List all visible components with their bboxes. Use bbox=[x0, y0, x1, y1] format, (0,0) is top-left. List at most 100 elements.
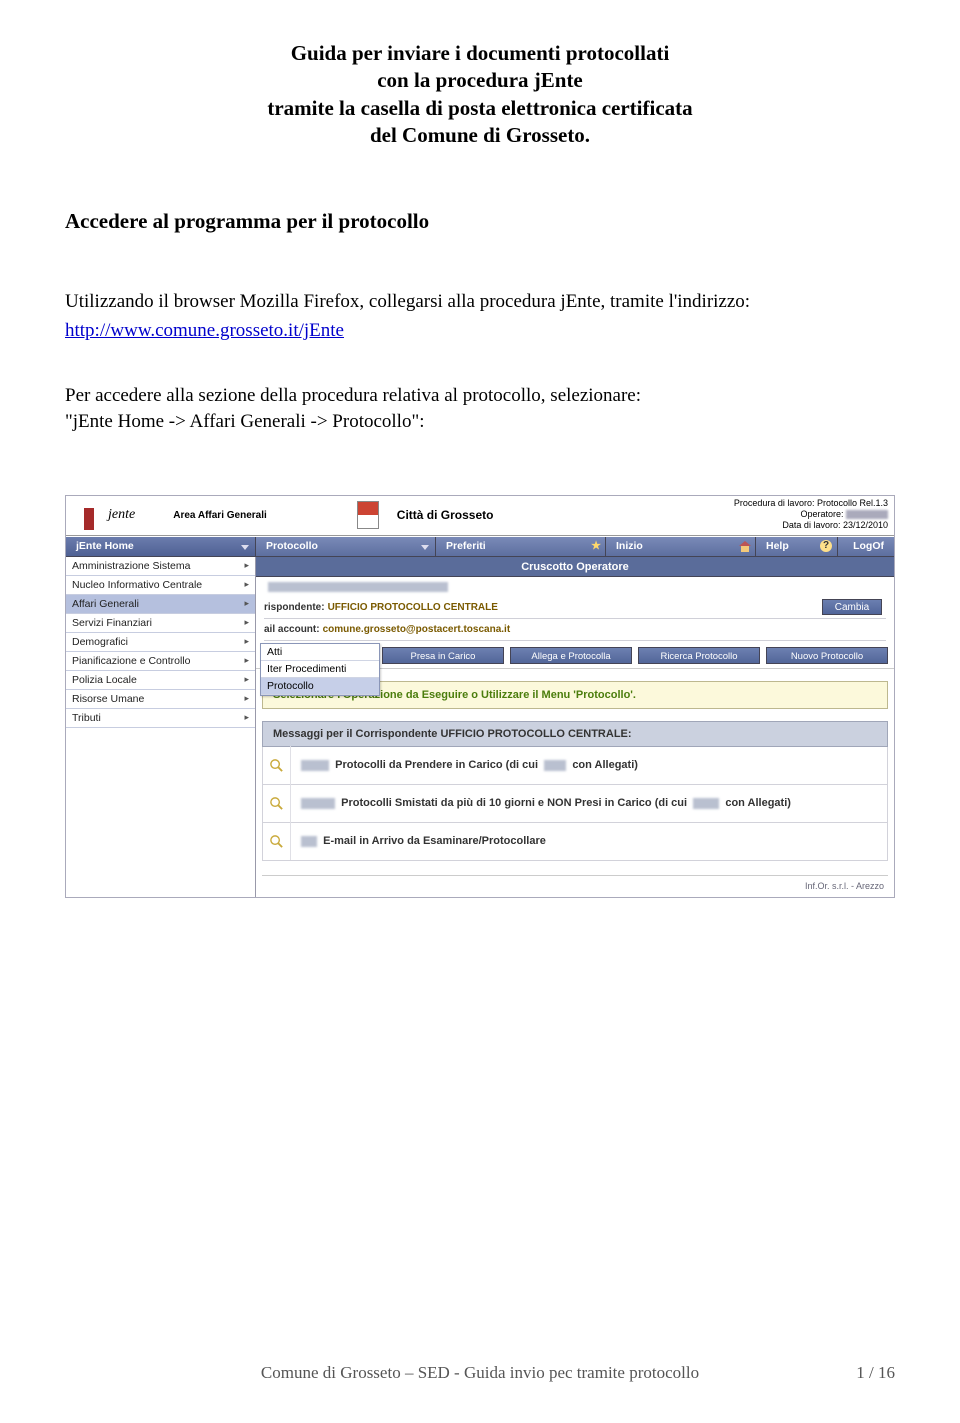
mail-account-value: comune.grosseto@postacert.toscana.it bbox=[323, 624, 511, 635]
allega-e-protocolla-button[interactable]: Allega e Protocolla bbox=[510, 647, 632, 664]
menubar: jEnte Home Protocollo Preferiti ★ Inizio… bbox=[66, 536, 894, 557]
sidebar-item-label: Demografici bbox=[72, 636, 128, 648]
header-info: Procedura di lavoro: Protocollo Rel.1.3 … bbox=[734, 498, 888, 532]
sidebar-item-label: Nucleo Informativo Centrale bbox=[72, 579, 202, 591]
redacted-count bbox=[693, 798, 719, 809]
chevron-right-icon: ▸ bbox=[244, 712, 249, 723]
cambia-button[interactable]: Cambia bbox=[822, 599, 882, 615]
menu-home-label: jEnte Home bbox=[76, 540, 134, 552]
sidebar-item-label: Tributi bbox=[72, 712, 101, 724]
menu-logoff[interactable]: LogOf bbox=[838, 537, 894, 556]
rispondente-value: UFFICIO PROTOCOLLO CENTRALE bbox=[328, 602, 498, 613]
page-footer: Comune di Grosseto – SED - Guida invio p… bbox=[0, 1363, 960, 1383]
app-footer: Inf.Or. s.r.l. - Arezzo bbox=[262, 875, 888, 893]
menu-protocollo[interactable]: Protocollo bbox=[256, 537, 436, 556]
document-title: Guida per inviare i documenti protocolla… bbox=[65, 40, 895, 149]
chevron-right-icon: ▸ bbox=[244, 674, 249, 685]
sidebar-item-polizia-locale[interactable]: Polizia Locale ▸ bbox=[66, 671, 255, 690]
search-icon-button[interactable] bbox=[263, 746, 291, 784]
header-info-operator-label: Operatore: bbox=[800, 509, 843, 519]
page-number: 1 / 16 bbox=[856, 1363, 895, 1383]
chevron-right-icon: ▸ bbox=[244, 579, 249, 590]
message-row-2: Protocolli Smistati da più di 10 giorni … bbox=[262, 785, 888, 823]
chevron-right-icon: ▸ bbox=[244, 598, 249, 609]
menu-logoff-label: LogOf bbox=[853, 540, 884, 552]
ricerca-protocollo-button[interactable]: Ricerca Protocollo bbox=[638, 647, 760, 664]
paragraph-2a: Per accedere alla sezione della procedur… bbox=[65, 385, 641, 406]
sidebar-item-label: Risorse Umane bbox=[72, 693, 144, 705]
app-logo-icon bbox=[74, 500, 104, 530]
redacted-operator bbox=[846, 510, 888, 519]
chevron-right-icon: ▸ bbox=[244, 617, 249, 628]
magnifier-icon bbox=[269, 758, 284, 773]
menu-protocollo-label: Protocollo bbox=[266, 540, 318, 552]
redacted-line bbox=[268, 582, 448, 592]
submenu-item-iter[interactable]: Iter Procedimenti bbox=[261, 661, 379, 678]
url-link[interactable]: http://www.comune.grosseto.it/jEnte bbox=[65, 320, 344, 341]
search-icon-button[interactable] bbox=[263, 784, 291, 822]
mail-account-label: ail account: bbox=[264, 624, 320, 635]
presa-in-carico-button[interactable]: Presa in Carico bbox=[382, 647, 504, 664]
msg3-text: E-mail in Arrivo da Esaminare/Protocolla… bbox=[323, 835, 546, 847]
sidebar-item-amministrazione[interactable]: Amministrazione Sistema▸ bbox=[66, 557, 255, 576]
area-label: Area Affari Generali bbox=[173, 510, 267, 521]
paragraph-1-text: Utilizzando il browser Mozilla Firefox, … bbox=[65, 291, 750, 312]
sidebar-item-demografici[interactable]: Demografici ▸ bbox=[66, 633, 255, 652]
paragraph-2: Per accedere alla sezione della procedur… bbox=[65, 383, 895, 434]
menu-jente-home[interactable]: jEnte Home bbox=[66, 537, 256, 556]
chevron-right-icon: ▸ bbox=[244, 560, 249, 571]
submenu-affari-generali: Atti Iter Procedimenti Protocollo bbox=[260, 643, 380, 696]
redacted-count bbox=[301, 798, 335, 809]
title-line-2: con la procedura jEnte bbox=[377, 68, 583, 92]
search-icon-button[interactable] bbox=[263, 822, 291, 860]
submenu-item-atti[interactable]: Atti bbox=[261, 644, 379, 661]
chevron-down-icon bbox=[241, 545, 249, 550]
menu-preferiti[interactable]: Preferiti ★ bbox=[436, 537, 606, 556]
sidebar-item-risorse-umane[interactable]: Risorse Umane▸ bbox=[66, 690, 255, 709]
redacted-count bbox=[301, 760, 329, 771]
sidebar-item-label: Pianificazione e Controllo bbox=[72, 655, 190, 667]
redacted-count bbox=[301, 836, 317, 847]
menu-help[interactable]: Help ? bbox=[756, 537, 838, 556]
paragraph-1: Utilizzando il browser Mozilla Firefox, … bbox=[65, 289, 895, 315]
sidebar-item-affari-generali[interactable]: Affari Generali ▸ bbox=[66, 595, 255, 614]
magnifier-icon bbox=[269, 834, 284, 849]
nuovo-protocollo-button[interactable]: Nuovo Protocollo bbox=[766, 647, 888, 664]
cruscotto-header: Cruscotto Operatore bbox=[256, 557, 894, 577]
submenu-item-protocollo[interactable]: Protocollo bbox=[261, 678, 379, 695]
section-heading: Accedere al programma per il protocollo bbox=[65, 209, 895, 234]
submenu-label: Protocollo bbox=[267, 680, 314, 692]
sidebar-item-label: Affari Generali bbox=[72, 598, 139, 610]
msg1-text-b: con Allegati) bbox=[572, 759, 638, 771]
sidebar-item-label: Servizi Finanziari bbox=[72, 617, 152, 629]
submenu-label: Iter Procedimenti bbox=[267, 663, 346, 675]
star-icon: ★ bbox=[591, 539, 601, 552]
menu-inizio[interactable]: Inizio bbox=[606, 537, 756, 556]
message-row-1: Protocolli da Prendere in Carico (di cui… bbox=[262, 747, 888, 785]
jente-app-screenshot: jente Area Affari Generali Città di Gros… bbox=[65, 495, 895, 898]
paragraph-2b: "jEnte Home -> Affari Generali -> Protoc… bbox=[65, 411, 425, 432]
submenu-label: Atti bbox=[267, 646, 282, 658]
sidebar: Amministrazione Sistema▸ Nucleo Informat… bbox=[66, 557, 256, 897]
sidebar-item-nucleo[interactable]: Nucleo Informativo Centrale ▸ bbox=[66, 576, 255, 595]
menu-inizio-label: Inizio bbox=[616, 540, 643, 552]
city-crest-icon bbox=[357, 501, 379, 529]
sidebar-item-label: Polizia Locale bbox=[72, 674, 137, 686]
menu-help-label: Help bbox=[766, 540, 789, 552]
main-panel: Cruscotto Operatore rispondente: UFFICIO… bbox=[256, 557, 894, 897]
msg2-text-b: con Allegati) bbox=[725, 797, 791, 809]
app-logo-text: jente bbox=[108, 507, 135, 523]
chevron-down-icon bbox=[421, 545, 429, 550]
title-line-4: del Comune di Grosseto. bbox=[370, 123, 590, 147]
messages-header: Messaggi per il Corrispondente UFFICIO P… bbox=[262, 721, 888, 747]
footer-text: Comune di Grosseto – SED - Guida invio p… bbox=[261, 1363, 699, 1382]
city-label: Città di Grosseto bbox=[397, 508, 494, 522]
header-info-date: Data di lavoro: 23/12/2010 bbox=[734, 520, 888, 531]
sidebar-item-pianificazione[interactable]: Pianificazione e Controllo▸ bbox=[66, 652, 255, 671]
sidebar-item-servizi-finanziari[interactable]: Servizi Finanziari ▸ bbox=[66, 614, 255, 633]
menu-preferiti-label: Preferiti bbox=[446, 540, 486, 552]
rispondente-label: rispondente: bbox=[264, 602, 325, 613]
chevron-right-icon: ▸ bbox=[244, 636, 249, 647]
sidebar-item-tributi[interactable]: Tributi ▸ bbox=[66, 709, 255, 728]
magnifier-icon bbox=[269, 796, 284, 811]
